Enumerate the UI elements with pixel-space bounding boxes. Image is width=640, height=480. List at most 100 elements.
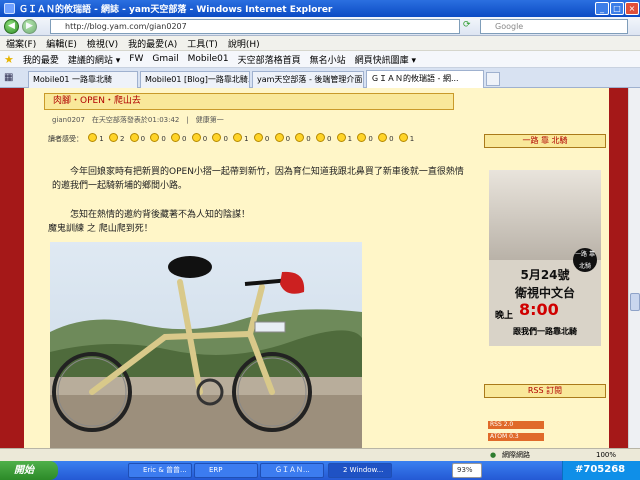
mood-count: 0: [306, 135, 311, 143]
menu-favorites[interactable]: 我的最愛(A): [128, 37, 177, 50]
menu-tools[interactable]: 工具(T): [187, 37, 218, 50]
post-paragraph-3: 魔鬼訓練 之 爬山爬到死！: [48, 224, 153, 234]
bicycle-photo[interactable]: [50, 242, 362, 448]
minimize-button[interactable]: _: [595, 2, 609, 15]
ad-slogan: 跟我們一路靠北騎: [513, 327, 577, 336]
address-toolbar: ◀ ▶ http://blog.yam.com/gian0207 ⟳ Googl…: [0, 17, 640, 36]
mood-emoticon-icon[interactable]: [150, 133, 160, 142]
menu-file[interactable]: 檔案(F): [6, 37, 36, 50]
menu-help[interactable]: 說明(H): [228, 37, 260, 50]
mood-emoticon-icon[interactable]: [129, 133, 139, 142]
address-input[interactable]: http://blog.yam.com/gian0207: [50, 19, 460, 34]
atom-link[interactable]: ATOM 0.3: [488, 433, 544, 441]
mood-emoticon-icon[interactable]: [315, 133, 325, 142]
mood-emoticon-icon[interactable]: [171, 133, 181, 142]
ad-date: 5月24號: [520, 268, 570, 282]
tab-mobile01-a[interactable]: Mobile01 一路靠北騎: [28, 71, 138, 88]
mood-count: 1: [409, 135, 415, 143]
mood-count: 0: [140, 135, 146, 143]
mood-emoticon-icon[interactable]: [336, 133, 346, 142]
post-paragraph-1: 今年回娘家時有把新買的OPEN小摺一起帶到新竹，因為育仁知道我跟北鼻買了新車後就…: [52, 167, 464, 191]
post-paragraph-2: 怎知在熱情的邀約背後藏著不為人知的陰謀！: [70, 210, 251, 220]
favorites-bar: ★ 我的最愛 建議的網站 ▾ FW Gmail Mobile01 天空部落格首頁…: [0, 51, 640, 68]
task-gian[interactable]: ＧＩＡＮ...: [260, 463, 324, 478]
mood-count: 2: [119, 135, 125, 143]
menu-view[interactable]: 檢視(V): [87, 37, 118, 50]
tab-mobile01-b[interactable]: Mobile01 [Blog]一路靠北騎...: [140, 71, 250, 88]
mood-count: 0: [326, 135, 332, 143]
task-battery[interactable]: 93%: [452, 463, 482, 478]
fav-item-fw[interactable]: FW: [129, 54, 143, 64]
forward-button[interactable]: ▶: [22, 19, 37, 34]
quick-tabs-icon[interactable]: ▦: [4, 72, 13, 83]
search-input[interactable]: Google: [480, 19, 628, 34]
new-tab-button[interactable]: [486, 72, 500, 86]
rss-link[interactable]: RSS 2.0: [488, 421, 544, 429]
scrollbar-thumb[interactable]: [630, 293, 640, 311]
sidebar-section-title: 一路 靠 北騎: [484, 134, 606, 148]
mood-count: 1: [244, 135, 249, 143]
ad-channel: 衛視中文台: [514, 286, 575, 300]
mood-row: 讀者感受： 1 2 0 0 0 0 0 1 0 0 0 0 1 0 0 1: [48, 133, 414, 144]
mood-label: 讀者感受：: [48, 135, 83, 143]
mood-emoticon-icon[interactable]: [191, 133, 201, 142]
zone-label: 網際網路: [502, 451, 530, 459]
task-windows[interactable]: 2 Window...: [328, 463, 392, 478]
vertical-scrollbar[interactable]: [628, 88, 640, 448]
mood-count: 1: [347, 135, 353, 143]
window-title: ＧＩＡＮ的攸瑞語 - 網誌 - yam天空部落 - Windows Intern…: [19, 5, 333, 15]
star-icon: ★: [4, 52, 14, 66]
mood-count: 0: [223, 135, 228, 143]
menu-bar: 檔案(F) 編輯(E) 檢視(V) 我的最愛(A) 工具(T) 說明(H): [0, 36, 640, 51]
mood-emoticon-icon[interactable]: [398, 133, 408, 142]
mood-emoticon-icon[interactable]: [295, 133, 305, 142]
zoom-level[interactable]: 100%: [596, 449, 616, 461]
menu-edit[interactable]: 編輯(E): [46, 37, 77, 50]
tab-gian-blog[interactable]: ＧＩＡＮ的攸瑞語 - 網...: [366, 70, 484, 88]
tab-bar: ▦ Mobile01 一路靠北騎 Mobile01 [Blog]一路靠北騎...…: [0, 68, 640, 88]
mood-emoticon-icon[interactable]: [233, 133, 243, 142]
mood-emoticon-icon[interactable]: [274, 133, 284, 142]
post-title[interactable]: 肉腳・OPEN・爬山去: [44, 93, 454, 110]
mood-count: 0: [161, 135, 166, 143]
ad-time-prefix: 晚上: [495, 311, 514, 321]
rss-section-title: RSS 訂閱: [484, 384, 606, 398]
mood-count: 0: [368, 135, 373, 143]
back-button[interactable]: ◀: [4, 19, 19, 34]
mood-count: 0: [182, 135, 187, 143]
refresh-icon[interactable]: ⟳: [463, 20, 477, 33]
mood-count: 0: [264, 135, 270, 143]
mood-emoticon-icon[interactable]: [253, 133, 263, 142]
window-titlebar: ＧＩＡＮ的攸瑞語 - 網誌 - yam天空部落 - Windows Intern…: [0, 0, 640, 17]
mood-emoticon-icon[interactable]: [378, 133, 388, 142]
fav-item-yam[interactable]: 天空部落格首頁: [238, 53, 301, 66]
fav-item-mobile01[interactable]: Mobile01: [188, 54, 229, 64]
mood-count: 0: [285, 135, 291, 143]
mood-count: 0: [389, 135, 394, 143]
start-button[interactable]: 開始: [0, 461, 58, 480]
tab-yam-admin[interactable]: yam天空部落 - 後端管理介面: [252, 71, 364, 88]
task-erp[interactable]: ERP: [194, 463, 258, 478]
taskbar: 開始 Eric & 曾曾... ERP ＧＩＡＮ... 2 Window... …: [0, 461, 640, 480]
system-tray: #705268: [562, 461, 640, 480]
mood-emoticon-icon[interactable]: [88, 133, 98, 142]
close-button[interactable]: ×: [625, 2, 639, 15]
mood-count: 1: [99, 135, 104, 143]
tray-id-text: #705268: [575, 464, 626, 475]
post-meta: gian0207 在天空部落發表於01:03:42 | 健康第一: [52, 116, 224, 124]
maximize-button[interactable]: □: [610, 2, 624, 15]
ie-icon: [4, 3, 15, 14]
globe-icon: ●: [490, 451, 497, 459]
mood-emoticon-icon[interactable]: [212, 133, 222, 142]
status-bar: ● 網際網路 100%: [0, 448, 640, 461]
mood-emoticon-icon[interactable]: [108, 133, 118, 142]
fav-item-suggested[interactable]: 建議的網站 ▾: [68, 53, 120, 66]
fav-item-gmail[interactable]: Gmail: [152, 54, 178, 64]
ad-time: 8:00: [519, 300, 559, 319]
task-eric[interactable]: Eric & 曾曾...: [128, 463, 192, 478]
tv-ad-banner[interactable]: 一路 靠北騎 5月24號 衛視中文台 晚上 8:00 跟我們一路靠北騎: [489, 170, 601, 346]
fav-item-webslice[interactable]: 網頁快訊圖庫 ▾: [355, 53, 416, 66]
fav-item-wretch[interactable]: 無名小站: [310, 53, 346, 66]
mood-emoticon-icon[interactable]: [357, 133, 367, 142]
favorites-label[interactable]: 我的最愛: [23, 53, 59, 66]
